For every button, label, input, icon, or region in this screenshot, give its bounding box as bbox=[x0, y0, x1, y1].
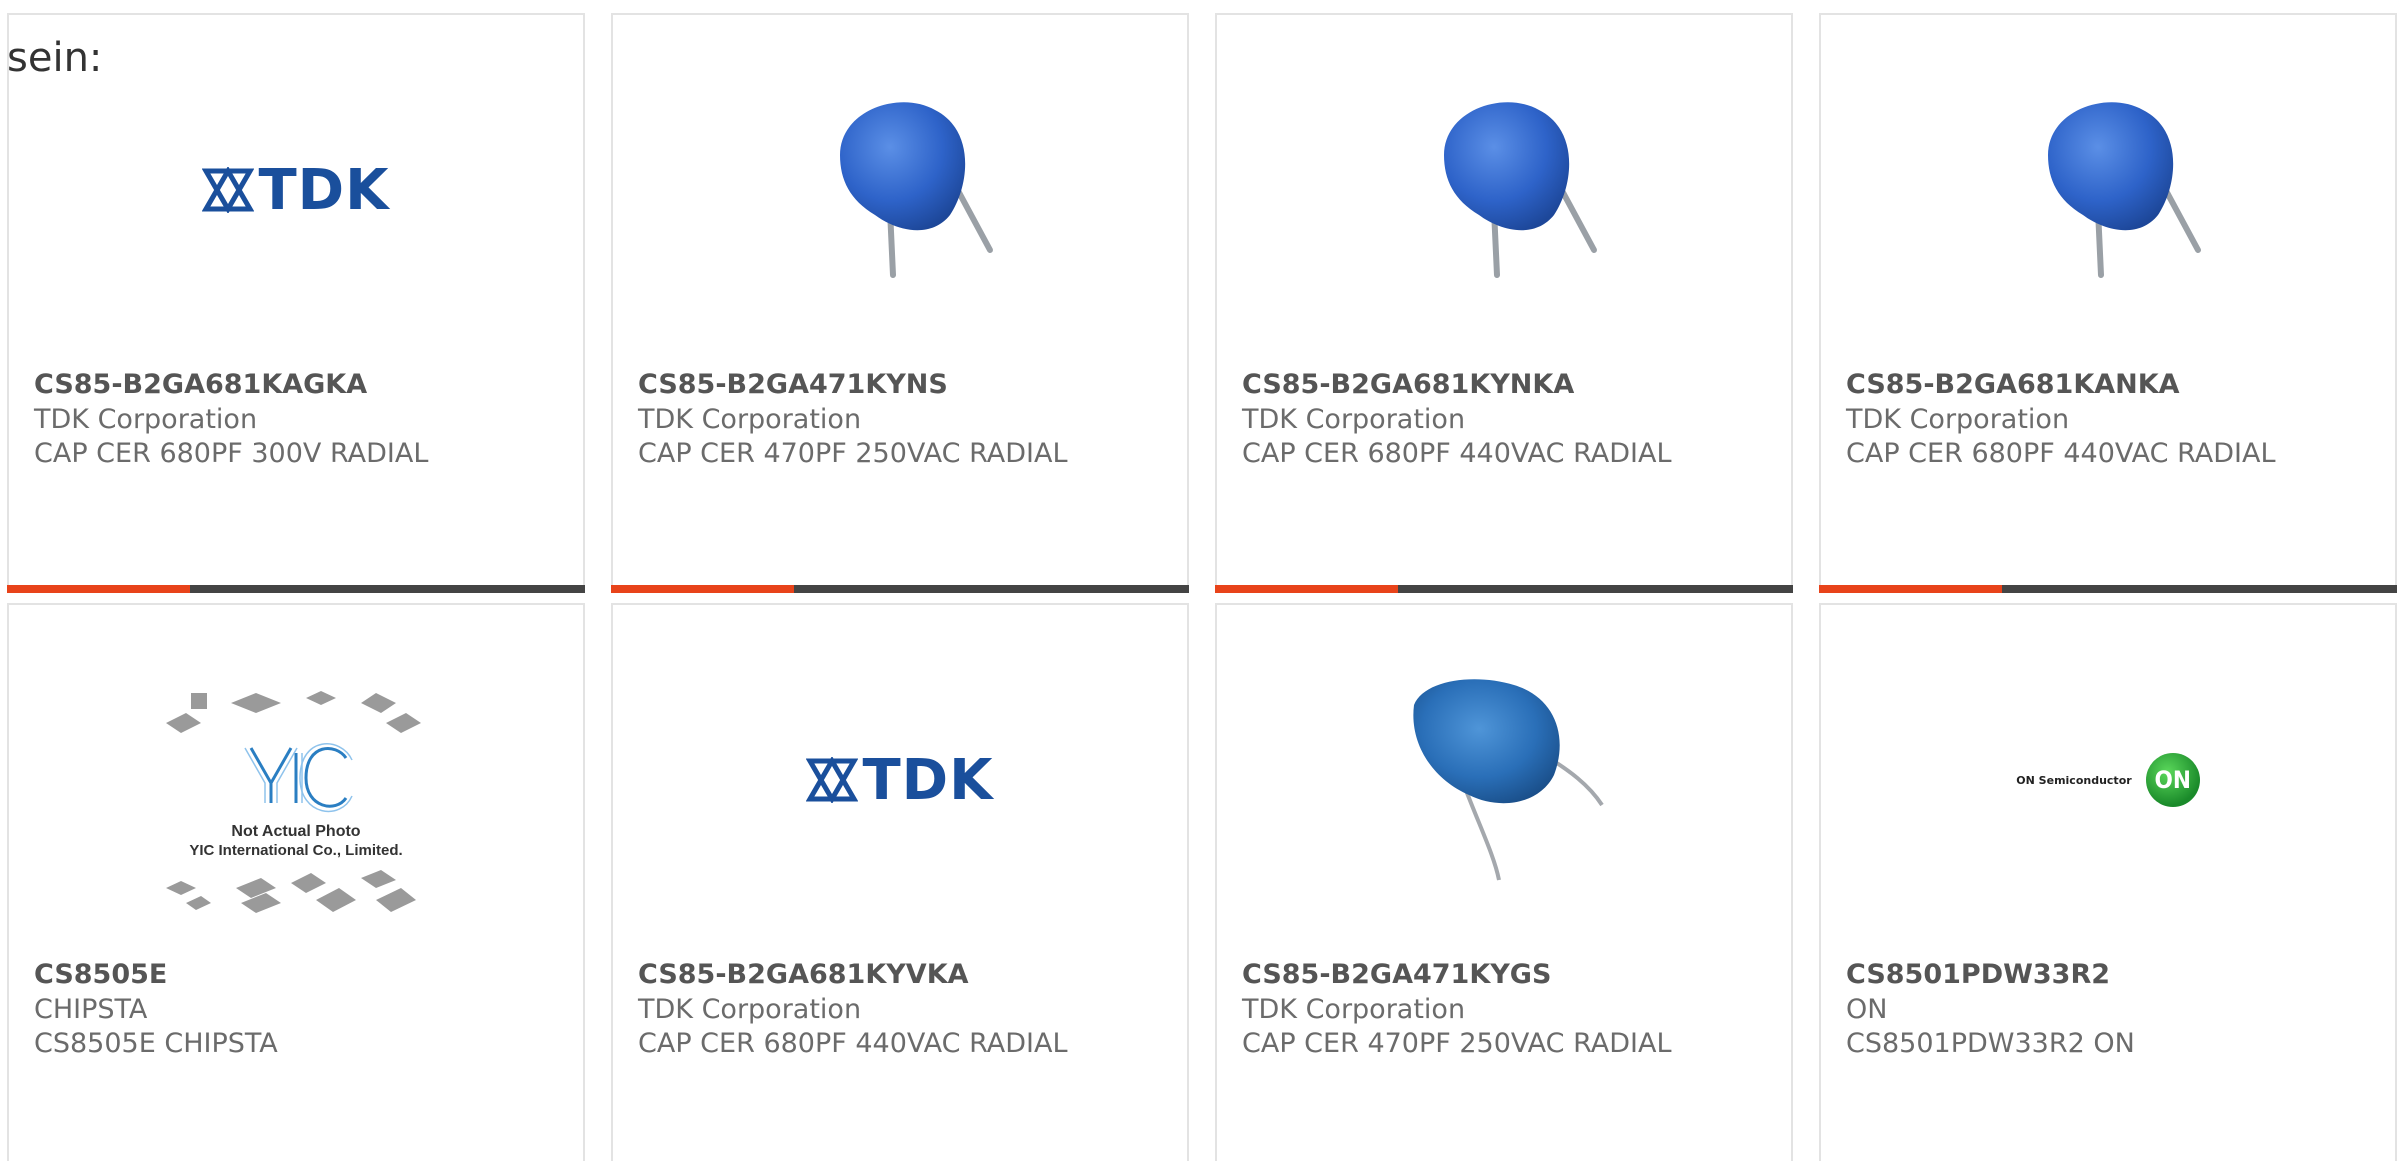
manufacturer-name: TDK Corporation bbox=[1242, 404, 1466, 435]
product-card[interactable]: TDK CS85-B2GA681KYVKA TDK Corporation CA… bbox=[611, 603, 1189, 1161]
card-accent-bar bbox=[7, 585, 190, 593]
part-number-link[interactable]: CS8501PDW33R2 bbox=[1846, 959, 2110, 990]
manufacturer-name: ON bbox=[1846, 994, 1888, 1025]
product-description: CAP CER 680PF 440VAC RADIAL bbox=[638, 1028, 1068, 1059]
tdk-logo: TDK bbox=[806, 748, 993, 813]
part-number-link[interactable]: CS8505E bbox=[34, 959, 167, 990]
card-accent-bar bbox=[1819, 585, 2002, 593]
manufacturer-name: TDK Corporation bbox=[638, 404, 862, 435]
part-number-link[interactable]: CS85-B2GA471KYNS bbox=[638, 369, 948, 400]
product-card[interactable]: Not Actual Photo YIC International Co., … bbox=[7, 603, 585, 1161]
product-description: CS8505E CHIPSTA bbox=[34, 1028, 278, 1059]
product-image[interactable] bbox=[613, 75, 1187, 305]
tdk-logo-text: TDK bbox=[258, 157, 390, 223]
yic-placeholder-image: Not Actual Photo YIC International Co., … bbox=[166, 690, 421, 913]
ceramic-capacitor-image bbox=[840, 102, 993, 278]
tdk-emblem-icon bbox=[202, 167, 255, 213]
product-description: CAP CER 680PF 440VAC RADIAL bbox=[1242, 438, 1672, 469]
on-logo-mark-icon: ON bbox=[2145, 753, 2200, 807]
part-number-link[interactable]: CS85-B2GA681KAGKA bbox=[34, 369, 367, 400]
product-image[interactable]: Not Actual Photo YIC International Co., … bbox=[9, 680, 583, 935]
card-bottom-bar bbox=[1215, 585, 1793, 593]
product-image[interactable] bbox=[1821, 75, 2395, 305]
product-grid-page: sein: TDK CS85-B2GA681KAGKA TDK Corporat… bbox=[0, 0, 2400, 1161]
product-card[interactable]: TDK CS85-B2GA681KAGKA TDK Corporation CA… bbox=[7, 13, 585, 593]
part-number-link[interactable]: CS85-B2GA681KYVKA bbox=[638, 959, 969, 990]
ceramic-capacitor-image bbox=[1413, 679, 1604, 881]
on-semiconductor-wordmark: ON Semiconductor bbox=[2016, 773, 2132, 787]
card-accent-bar bbox=[611, 585, 794, 593]
product-description: CAP CER 680PF 300V RADIAL bbox=[34, 438, 429, 469]
product-image[interactable]: ON Semiconductor ON bbox=[1821, 665, 2395, 895]
part-number-link[interactable]: CS85-B2GA681KYNKA bbox=[1242, 369, 1574, 400]
product-description: CAP CER 470PF 250VAC RADIAL bbox=[638, 438, 1068, 469]
product-card[interactable]: CS85-B2GA681KYNKA TDK Corporation CAP CE… bbox=[1215, 13, 1793, 593]
card-bottom-bar bbox=[1819, 585, 2397, 593]
product-card[interactable]: CS85-B2GA471KYGS TDK Corporation CAP CER… bbox=[1215, 603, 1793, 1161]
product-image[interactable] bbox=[1217, 665, 1791, 895]
tdk-logo-text: TDK bbox=[862, 747, 994, 813]
product-card[interactable]: CS85-B2GA471KYNS TDK Corporation CAP CER… bbox=[611, 13, 1189, 593]
product-description: CS8501PDW33R2 ON bbox=[1846, 1028, 2135, 1059]
tdk-emblem-icon bbox=[806, 757, 859, 803]
card-bottom-bar bbox=[611, 585, 1189, 593]
yic-caption-line2: YIC International Co., Limited. bbox=[189, 842, 402, 859]
ceramic-capacitor-image bbox=[1444, 102, 1597, 278]
ceramic-capacitor-image bbox=[2048, 102, 2201, 278]
part-number-link[interactable]: CS85-B2GA471KYGS bbox=[1242, 959, 1551, 990]
manufacturer-name: CHIPSTA bbox=[34, 994, 148, 1025]
product-image[interactable] bbox=[1217, 75, 1791, 305]
manufacturer-name: TDK Corporation bbox=[638, 994, 862, 1025]
part-number-link[interactable]: CS85-B2GA681KANKA bbox=[1846, 369, 2180, 400]
product-description: CAP CER 470PF 250VAC RADIAL bbox=[1242, 1028, 1672, 1059]
yic-caption-line1: Not Actual Photo bbox=[231, 823, 360, 840]
manufacturer-name: TDK Corporation bbox=[1242, 994, 1466, 1025]
tdk-logo: TDK bbox=[202, 158, 389, 223]
card-bottom-bar bbox=[7, 585, 585, 593]
product-card[interactable]: ON Semiconductor ON CS8501PDW33R2 ON CS8… bbox=[1819, 603, 2397, 1161]
card-accent-bar bbox=[1215, 585, 1398, 593]
product-card[interactable]: CS85-B2GA681KANKA TDK Corporation CAP CE… bbox=[1819, 13, 2397, 593]
manufacturer-name: TDK Corporation bbox=[34, 404, 258, 435]
product-description: CAP CER 680PF 440VAC RADIAL bbox=[1846, 438, 2276, 469]
intro-text: sein: bbox=[7, 35, 103, 81]
on-semiconductor-logo: ON Semiconductor ON bbox=[2016, 753, 2200, 807]
product-image[interactable]: TDK bbox=[613, 665, 1187, 895]
product-image[interactable]: TDK bbox=[9, 75, 583, 305]
manufacturer-name: TDK Corporation bbox=[1846, 404, 2070, 435]
